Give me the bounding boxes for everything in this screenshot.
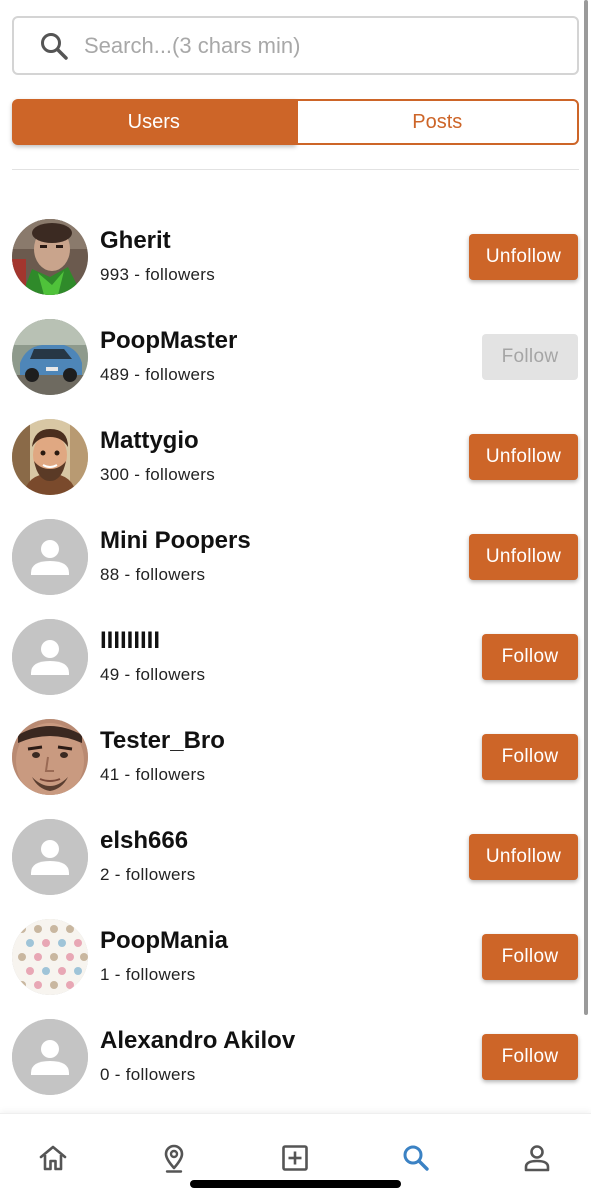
follower-count: 88 - followers (100, 565, 206, 584)
username[interactable]: Mini Poopers (100, 527, 251, 555)
list-item[interactable]: Alexandro Akilov 0 - followers Follow (0, 1019, 591, 1119)
nav-create[interactable] (277, 1140, 313, 1176)
username[interactable]: PoopMaster (100, 327, 237, 355)
tab-users[interactable]: Users (12, 99, 296, 145)
search-bar[interactable] (12, 16, 579, 75)
default-avatar-icon (12, 619, 88, 695)
list-item[interactable]: IIIIIIIII 49 - followers Follow (0, 619, 591, 719)
avatar-placeholder[interactable] (12, 1019, 88, 1095)
list-item[interactable]: PoopMaster 489 - followers Follow (0, 319, 591, 419)
nav-home[interactable] (35, 1140, 71, 1176)
follow-button[interactable]: Follow (482, 1034, 578, 1080)
follower-count: 489 - followers (100, 365, 216, 384)
list-item[interactable]: Gherit 993 - followers Unfollow (0, 219, 591, 319)
avatar[interactable] (12, 319, 88, 395)
follower-count: 49 - followers (100, 665, 206, 684)
username[interactable]: Gherit (100, 227, 171, 255)
avatar[interactable] (12, 719, 88, 795)
search-icon (38, 30, 70, 62)
nav-map[interactable] (156, 1140, 192, 1176)
username[interactable]: Tester_Bro (100, 727, 225, 755)
unfollow-button[interactable]: Unfollow (469, 534, 578, 580)
divider (12, 169, 579, 170)
username[interactable]: Mattygio (100, 427, 199, 455)
follower-count: 1 - followers (100, 965, 196, 984)
map-pin-icon (164, 1144, 184, 1173)
nav-profile[interactable] (519, 1140, 555, 1176)
tab-posts[interactable]: Posts (295, 99, 579, 145)
follower-count: 2 - followers (100, 865, 196, 884)
search-icon (403, 1145, 429, 1171)
username[interactable]: Alexandro Akilov (100, 1027, 295, 1055)
avatar[interactable] (12, 919, 88, 995)
profile-icon (524, 1145, 550, 1172)
search-input[interactable] (84, 32, 554, 59)
unfollow-button[interactable]: Unfollow (469, 234, 578, 280)
add-square-icon (282, 1145, 308, 1171)
avatar-placeholder[interactable] (12, 519, 88, 595)
home-icon (39, 1145, 67, 1171)
avatar[interactable] (12, 419, 88, 495)
username[interactable]: elsh666 (100, 827, 188, 855)
follow-button[interactable]: Follow (482, 734, 578, 780)
unfollow-button[interactable]: Unfollow (469, 434, 578, 480)
avatar-placeholder[interactable] (12, 819, 88, 895)
default-avatar-icon (12, 519, 88, 595)
follower-count: 993 - followers (100, 265, 216, 284)
follower-count: 300 - followers (100, 465, 216, 484)
username[interactable]: IIIIIIIII (100, 627, 160, 655)
tab-bar: Users Posts (12, 99, 579, 145)
avatar[interactable] (12, 219, 88, 295)
follower-count: 0 - followers (100, 1065, 196, 1084)
nav-search[interactable] (398, 1140, 434, 1176)
scrollbar[interactable] (584, 0, 588, 1015)
follower-count: 41 - followers (100, 765, 206, 784)
follow-button[interactable]: Follow (482, 934, 578, 980)
unfollow-button[interactable]: Unfollow (469, 834, 578, 880)
default-avatar-icon (12, 819, 88, 895)
avatar-placeholder[interactable] (12, 619, 88, 695)
follow-button[interactable]: Follow (482, 634, 578, 680)
follow-button[interactable]: Follow (482, 334, 578, 380)
list-item[interactable]: Mini Poopers 88 - followers Unfollow (0, 519, 591, 619)
list-item[interactable]: Mattygio 300 - followers Unfollow (0, 419, 591, 519)
username[interactable]: PoopMania (100, 927, 228, 955)
list-item[interactable]: Tester_Bro 41 - followers Follow (0, 719, 591, 819)
list-item[interactable]: PoopMania 1 - followers Follow (0, 919, 591, 1019)
list-item[interactable]: elsh666 2 - followers Unfollow (0, 819, 591, 919)
default-avatar-icon (12, 1019, 88, 1095)
home-indicator[interactable] (190, 1180, 401, 1188)
